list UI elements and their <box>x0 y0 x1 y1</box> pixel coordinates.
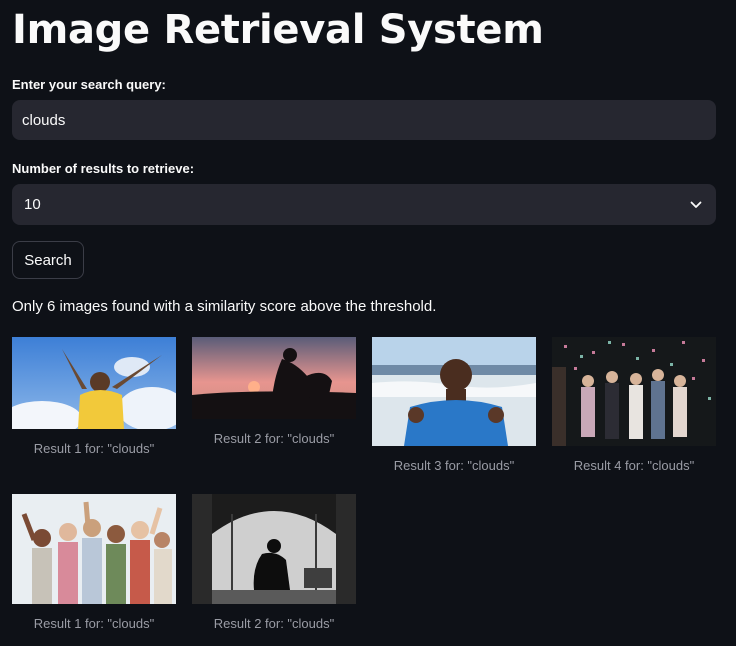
result-item: Result 1 for: "clouds" <box>12 337 176 456</box>
result-image[interactable] <box>192 337 356 419</box>
result-image[interactable] <box>552 337 716 446</box>
result-image[interactable] <box>372 337 536 446</box>
search-query-input[interactable] <box>12 100 716 140</box>
result-item: Result 2 for: "clouds" <box>192 494 356 631</box>
result-caption: Result 1 for: "clouds" <box>33 441 155 456</box>
chevron-down-icon <box>690 196 702 214</box>
result-image[interactable] <box>12 337 176 429</box>
result-item: Result 4 for: "clouds" <box>552 337 716 473</box>
result-image[interactable] <box>12 494 176 604</box>
result-caption: Result 2 for: "clouds" <box>213 616 335 631</box>
results-notice: Only 6 images found with a similarity sc… <box>12 298 437 315</box>
result-caption: Result 1 for: "clouds" <box>33 616 155 631</box>
result-caption: Result 3 for: "clouds" <box>393 458 515 473</box>
result-image[interactable] <box>192 494 356 604</box>
num-results-value: 10 <box>24 196 41 213</box>
search-query-label: Enter your search query: <box>12 77 166 92</box>
result-item: Result 1 for: "clouds" <box>12 494 176 631</box>
result-item: Result 2 for: "clouds" <box>192 337 356 446</box>
result-item: Result 3 for: "clouds" <box>372 337 536 473</box>
result-caption: Result 2 for: "clouds" <box>213 431 335 446</box>
result-caption: Result 4 for: "clouds" <box>573 458 695 473</box>
page-title: Image Retrieval System <box>12 7 544 53</box>
search-button[interactable]: Search <box>12 241 84 279</box>
num-results-select[interactable]: 10 <box>12 184 716 225</box>
num-results-label: Number of results to retrieve: <box>12 161 195 176</box>
